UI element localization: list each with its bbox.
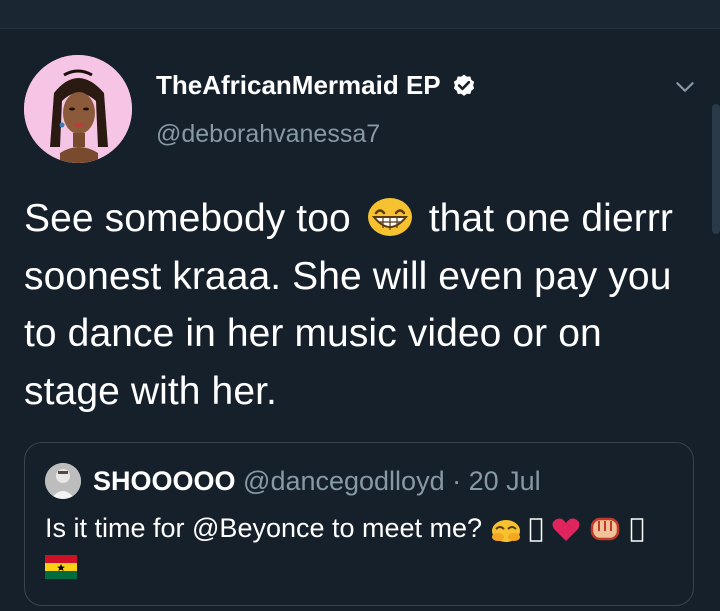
scrollbar[interactable]: [712, 104, 720, 234]
grinning-face-emoji-icon: [366, 196, 414, 236]
ghana-flag-emoji-icon: [45, 555, 77, 579]
author-name-text: TheAfricanMermaid EP: [156, 70, 441, 100]
chevron-down-icon[interactable]: [672, 74, 698, 100]
top-bar-divider: [0, 0, 720, 29]
verified-badge-icon: [451, 73, 477, 99]
author-display-name[interactable]: TheAfricanMermaid EP: [156, 70, 477, 101]
missing-glyph-icon: [630, 516, 644, 552]
red-heart-emoji-icon: [551, 516, 581, 552]
raised-fist-emoji-icon: [588, 515, 622, 552]
author-avatar[interactable]: [24, 55, 132, 163]
missing-glyph-icon: [529, 516, 543, 552]
quoted-author-name[interactable]: SHOOOOO: [93, 466, 236, 496]
quoted-tweet-card[interactable]: SHOOOOO @dancegodlloyd · 20 Jul Is it ti…: [24, 442, 694, 606]
quoted-tweet-separator: ·: [452, 466, 462, 496]
quoted-tweet-body: Is it time for @Beyonce to meet me?: [45, 513, 483, 543]
author-handle[interactable]: @deborahvanessa7: [156, 120, 380, 149]
tweet-text: See somebody too that one dierrr soonest…: [24, 190, 704, 420]
hiding-face-emoji-icon: [490, 515, 522, 552]
quoted-tweet-header: SHOOOOO @dancegodlloyd · 20 Jul: [93, 466, 541, 497]
quoted-tweet-date[interactable]: 20 Jul: [469, 466, 541, 496]
tweet-text-before-emoji: See somebody too: [24, 197, 351, 240]
quoted-author-avatar[interactable]: [45, 463, 81, 499]
quoted-author-handle[interactable]: @dancegodlloyd: [243, 466, 445, 496]
quoted-tweet-text: Is it time for @Beyonce to meet me?: [45, 510, 685, 552]
